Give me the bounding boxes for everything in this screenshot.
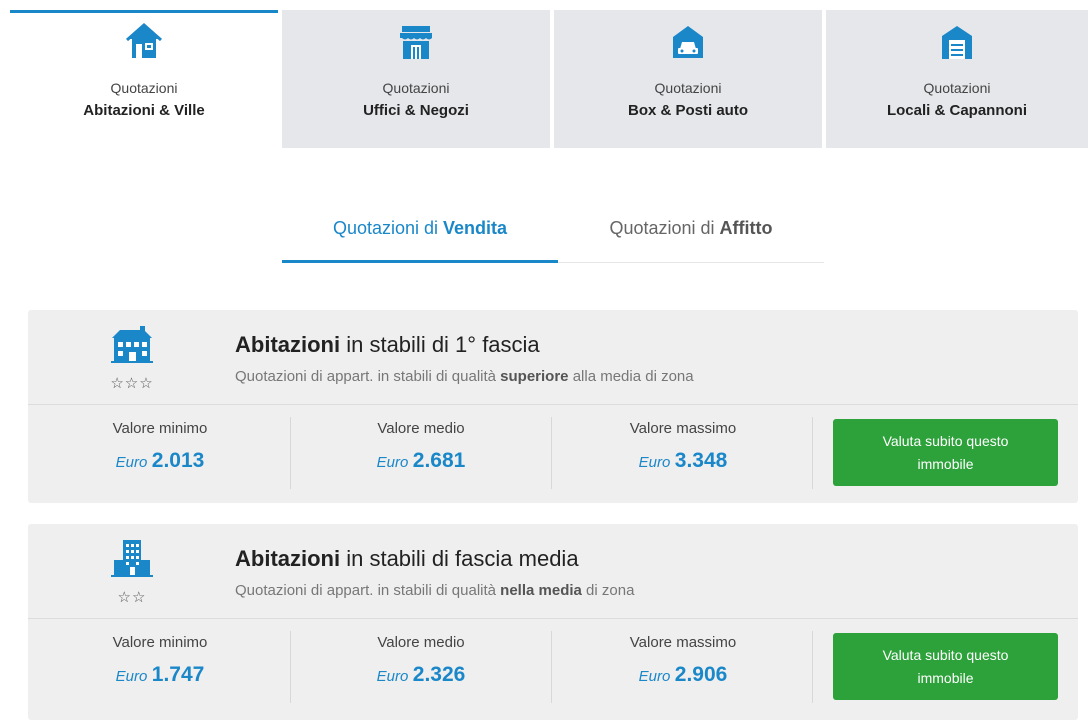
- house-icon: [126, 22, 162, 58]
- tab-line2: Box & Posti auto: [627, 102, 748, 119]
- amount: 3.348: [674, 449, 728, 472]
- rating-stars: ☆☆☆: [110, 375, 154, 392]
- tab-abitazioni-ville[interactable]: Quotazioni Abitazioni & Ville: [10, 10, 278, 150]
- divider: [812, 631, 813, 703]
- currency: Euro: [638, 668, 671, 685]
- value-max: Valore massimo Euro 2.906: [553, 619, 813, 717]
- tab-line1: Quotazioni: [382, 80, 450, 96]
- amount: 2.906: [674, 663, 728, 686]
- amount: 2.681: [412, 449, 466, 472]
- card-title-rest: in stabili di 1° fascia: [340, 332, 540, 357]
- divider: [551, 417, 552, 489]
- card-values: Valore minimo Euro 2.013 Valore medio Eu…: [28, 404, 1078, 503]
- apartment-building-icon: [111, 540, 153, 577]
- currency: Euro: [115, 668, 148, 685]
- warehouse-icon: [942, 26, 972, 59]
- divider: [551, 631, 552, 703]
- value-min-amount: Euro 2.013: [30, 449, 290, 473]
- value-max-label: Valore massimo: [629, 634, 737, 651]
- tab-affitto-prefix: Quotazioni di: [609, 218, 720, 238]
- tab-affitto-bold: Affitto: [719, 218, 773, 238]
- value-mid: Valore medio Euro 2.326: [291, 619, 551, 717]
- currency: Euro: [376, 668, 409, 685]
- tab-line1: Quotazioni: [654, 80, 722, 96]
- card-title-rest: in stabili di fascia media: [340, 546, 579, 571]
- quotation-card-prima-fascia: ☆☆☆ Abitazioni in stabili di 1° fascia Q…: [28, 310, 1078, 503]
- car-icon: [673, 26, 703, 58]
- amount: 1.747: [151, 663, 205, 686]
- desc-pre: Quotazioni di appart. in stabili di qual…: [235, 582, 501, 599]
- tab-affitto[interactable]: Quotazioni di Affitto: [558, 200, 824, 262]
- tab-line2: Abitazioni & Ville: [83, 102, 205, 119]
- card-title: Abitazioni in stabili di fascia media: [235, 546, 579, 572]
- tab-line1: Quotazioni: [110, 80, 178, 96]
- tab-uffici-negozi[interactable]: Quotazioni Uffici & Negozi: [282, 10, 550, 148]
- cta-line1: Valuta subito questo: [882, 433, 1009, 449]
- value-max: Valore massimo Euro 3.348: [553, 405, 813, 503]
- desc-pre: Quotazioni di appart. in stabili di qual…: [235, 368, 501, 385]
- tab-line1: Quotazioni: [923, 80, 991, 96]
- value-mid-amount: Euro 2.681: [291, 449, 551, 473]
- value-min-amount: Euro 1.747: [30, 663, 290, 687]
- rating-stars: ☆☆: [117, 589, 147, 606]
- desc-post: alla media di zona: [568, 368, 694, 385]
- tab-vendita[interactable]: Quotazioni di Vendita: [282, 200, 558, 263]
- value-max-amount: Euro 2.906: [553, 663, 813, 687]
- value-mid-label: Valore medio: [377, 634, 465, 651]
- cta-line2: immobile: [917, 670, 974, 686]
- value-mid-label: Valore medio: [377, 420, 465, 437]
- desc-bold: superiore: [500, 368, 569, 385]
- amount: 2.326: [412, 663, 466, 686]
- card-title: Abitazioni in stabili di 1° fascia: [235, 332, 540, 358]
- card-header: ☆☆☆ Abitazioni in stabili di 1° fascia Q…: [28, 310, 1078, 404]
- currency: Euro: [115, 454, 148, 471]
- value-min-label: Valore minimo: [112, 634, 208, 651]
- evaluate-property-button[interactable]: Valuta subito questo immobile: [833, 633, 1058, 700]
- quotation-card-fascia-media: ☆☆ Abitazioni in stabili di fascia media…: [28, 524, 1078, 720]
- value-min: Valore minimo Euro 1.747: [30, 619, 290, 717]
- villa-building-icon: [111, 326, 153, 363]
- desc-post: di zona: [581, 582, 635, 599]
- tab-line2: Uffici & Negozi: [363, 102, 469, 119]
- tab-line2: Locali & Capannoni: [886, 102, 1027, 119]
- tab-vendita-bold: Vendita: [443, 218, 508, 238]
- cta-line2: immobile: [917, 456, 974, 472]
- tab-locali-capannoni[interactable]: Quotazioni Locali & Capannoni: [826, 10, 1088, 148]
- desc-bold: nella media: [500, 582, 582, 599]
- category-tabs: Quotazioni Abitazioni & Ville Quotazioni…: [10, 10, 1088, 150]
- card-values: Valore minimo Euro 1.747 Valore medio Eu…: [28, 618, 1078, 717]
- shop-icon: [400, 26, 432, 59]
- value-mid-amount: Euro 2.326: [291, 663, 551, 687]
- value-mid: Valore medio Euro 2.681: [291, 405, 551, 503]
- currency: Euro: [376, 454, 409, 471]
- quotation-type-tabs: Quotazioni di Vendita Quotazioni di Affi…: [282, 200, 824, 263]
- value-max-amount: Euro 3.348: [553, 449, 813, 473]
- cta-line1: Valuta subito questo: [882, 647, 1009, 663]
- card-description: Quotazioni di appart. in stabili di qual…: [235, 368, 694, 385]
- tab-box-posti-auto[interactable]: Quotazioni Box & Posti auto: [554, 10, 822, 148]
- value-max-label: Valore massimo: [629, 420, 737, 437]
- card-title-bold: Abitazioni: [235, 332, 341, 357]
- value-min: Valore minimo Euro 2.013: [30, 405, 290, 503]
- card-header: ☆☆ Abitazioni in stabili di fascia media…: [28, 524, 1078, 618]
- evaluate-property-button[interactable]: Valuta subito questo immobile: [833, 419, 1058, 486]
- value-min-label: Valore minimo: [112, 420, 208, 437]
- amount: 2.013: [151, 449, 205, 472]
- currency: Euro: [638, 454, 671, 471]
- card-title-bold: Abitazioni: [235, 546, 341, 571]
- card-description: Quotazioni di appart. in stabili di qual…: [235, 582, 634, 599]
- divider: [812, 417, 813, 489]
- tab-vendita-prefix: Quotazioni di: [332, 218, 444, 238]
